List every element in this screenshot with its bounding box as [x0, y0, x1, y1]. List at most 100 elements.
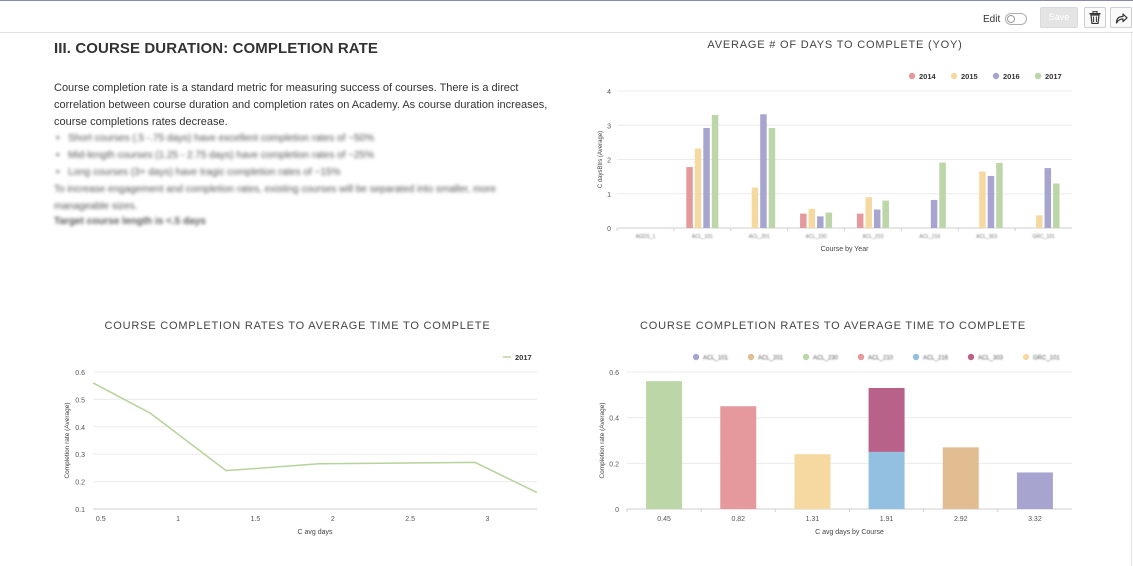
- y-tick-label: 2: [607, 158, 611, 165]
- target-text: Target course length is <.5 days: [54, 216, 206, 227]
- legend-label: ACL_230: [813, 356, 839, 362]
- bar: [873, 209, 881, 228]
- x-tick-label: 1.31: [806, 516, 820, 523]
- legend-swatch: [950, 72, 958, 80]
- x-axis-label: C avg days: [297, 529, 333, 536]
- x-tick-label: 3.32: [1028, 516, 1042, 523]
- bar: [686, 167, 693, 228]
- y-tick-label: 1: [607, 192, 611, 199]
- x-tick-label: 2: [331, 516, 335, 523]
- bar: [1044, 168, 1052, 228]
- edit-toggle-group[interactable]: Edit: [983, 11, 1028, 27]
- save-button[interactable]: Save: [1040, 7, 1078, 28]
- x-tick-label: 0.5: [96, 516, 106, 523]
- y-axis-label: Completion rate (Average): [64, 402, 71, 478]
- y-tick-label: 0.4: [75, 425, 85, 432]
- edit-toggle[interactable]: [1005, 13, 1028, 25]
- y-tick-label: 0.1: [75, 507, 85, 514]
- toggle-knob: [1007, 15, 1016, 23]
- legend-swatch: [857, 353, 865, 361]
- bar-segment: [868, 451, 905, 509]
- bar-segment: [720, 406, 757, 509]
- legend-swatch: [1022, 353, 1030, 361]
- y-tick-label: 0.3: [75, 452, 85, 459]
- legend-swatch: [967, 353, 975, 361]
- bar: [996, 162, 1003, 228]
- legend-swatch: [692, 353, 700, 361]
- bar: [800, 213, 807, 228]
- x-tick-label: 1: [176, 516, 180, 523]
- x-tick-label: 0.45: [657, 516, 671, 523]
- bar-segment: [646, 381, 683, 509]
- bar: [856, 213, 864, 228]
- legend-swatch: [912, 353, 920, 361]
- bar: [768, 127, 776, 228]
- x-tick-label: AGDS_1: [636, 234, 656, 240]
- share-icon: [1115, 12, 1128, 24]
- bar-segment: [1016, 472, 1053, 509]
- x-tick-label: 0.82: [731, 516, 745, 523]
- y-tick-label: 0.4: [609, 416, 619, 423]
- bar-segment: [942, 447, 979, 509]
- legend-label: ACL_216: [923, 356, 949, 362]
- bar: [930, 199, 938, 228]
- x-tick-label: 2.5: [405, 516, 415, 523]
- x-tick-label: 2.92: [954, 516, 968, 523]
- x-tick-label: ACL_216: [919, 234, 940, 240]
- bar: [711, 114, 719, 228]
- x-tick-label: ACL_303: [976, 234, 997, 240]
- bar: [694, 148, 702, 228]
- legend-label: ACL_101: [703, 356, 729, 362]
- x-tick-label: 1.5: [251, 516, 261, 523]
- y-tick-label: 0.6: [609, 370, 619, 377]
- bar: [987, 175, 995, 228]
- legend-swatch: [908, 72, 916, 80]
- bar: [1053, 183, 1060, 228]
- list-item: Mid-length courses (1.25 - 2.75 days) ha…: [54, 147, 554, 164]
- bar: [939, 162, 946, 228]
- list-item: Long courses (3+ days) have tragic compl…: [54, 164, 554, 181]
- legend-swatch: [992, 72, 1000, 80]
- bar: [825, 212, 833, 228]
- bar: [979, 171, 986, 228]
- x-tick-label: ACL_101: [692, 234, 713, 240]
- bar: [703, 127, 710, 228]
- bar: [808, 208, 816, 228]
- x-tick-label: ACL_230: [806, 234, 827, 240]
- y-tick-label: 0.6: [75, 370, 85, 377]
- bar: [1036, 215, 1043, 228]
- line-chart-title: COURSE COMPLETION RATES TO AVERAGE TIME …: [104, 320, 491, 332]
- bar: [882, 200, 889, 228]
- x-tick-label: ACL_201: [749, 234, 770, 240]
- y-axis-label: C daysBtrs (Average): [598, 131, 604, 188]
- yoy-chart-title: AVERAGE # OF DAYS TO COMPLETE (YOY): [707, 39, 963, 51]
- y-axis-label: Completion rate (Average): [599, 402, 606, 478]
- delete-button[interactable]: [1084, 7, 1106, 28]
- trash-icon: [1089, 11, 1101, 24]
- x-axis-label: C avg days by Course: [815, 529, 884, 536]
- y-tick-label: 4: [607, 89, 611, 96]
- bar: [817, 216, 824, 228]
- x-tick-label: GRC_101: [1032, 234, 1054, 240]
- x-tick-label: 3: [486, 516, 490, 523]
- x-tick-label: ACL_210: [863, 234, 884, 240]
- legend-swatch: [1034, 72, 1042, 80]
- y-tick-label: 3: [607, 123, 611, 130]
- legend-label: ACL_201: [758, 356, 784, 362]
- y-tick-label: 0.5: [75, 397, 85, 404]
- bar-segment: [868, 387, 905, 452]
- legend-label: GRC_101: [1033, 356, 1060, 362]
- bar-segment: [794, 454, 831, 509]
- section-title: III. COURSE DURATION: COMPLETION RATE: [54, 40, 378, 57]
- intro-paragraph: Course completion rate is a standard met…: [54, 82, 548, 128]
- panel-divider: [1131, 33, 1132, 566]
- legend-label: 2014: [919, 72, 937, 81]
- y-tick-label: 0.2: [609, 461, 619, 468]
- legend-swatch: [747, 353, 755, 361]
- share-button[interactable]: [1110, 7, 1132, 28]
- legend-label: ACL_210: [868, 356, 894, 362]
- completion-line-chart: 0.1 0.2 0.3 0.4 0.5 0.6 0.5 1 1.5 2 2.5 3 C avg days…: [64, 353, 538, 536]
- list-item: Short courses (.5 -.75 days) have excell…: [54, 130, 554, 147]
- legend-label: 2017: [1045, 72, 1062, 81]
- x-axis-label: Course by Year: [821, 246, 870, 253]
